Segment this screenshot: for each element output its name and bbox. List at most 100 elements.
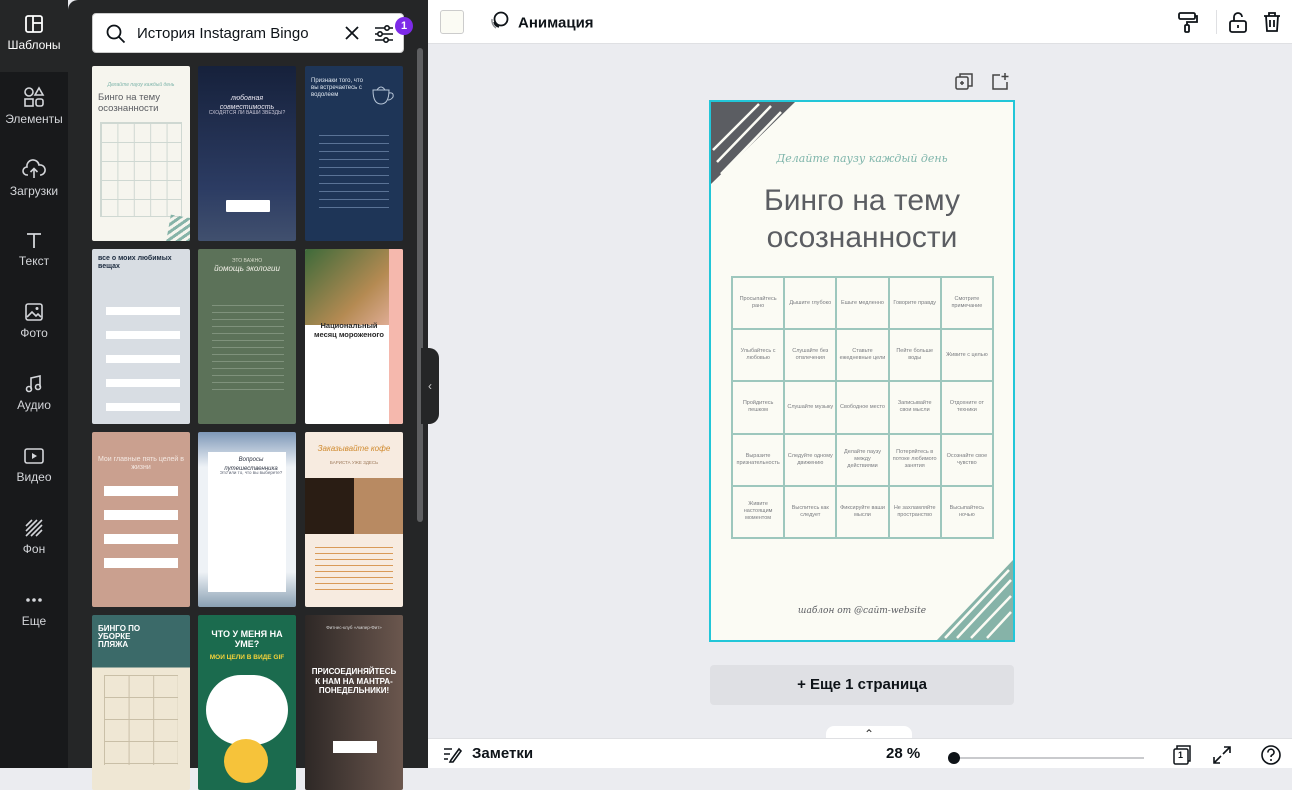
rail-item-photo[interactable]: Фото xyxy=(0,288,68,360)
bingo-cell[interactable]: Пройдитесь пешком xyxy=(732,381,785,434)
template-card-5[interactable]: ЭТО ВАЖНО йомощь экологии xyxy=(198,249,296,424)
filter-count-badge: 1 xyxy=(395,17,413,35)
template-1-grid xyxy=(100,122,182,217)
filter-sliders-icon[interactable] xyxy=(373,23,395,45)
music-note-icon xyxy=(25,375,42,393)
upload-cloud-icon xyxy=(22,159,46,178)
zoom-slider-handle[interactable] xyxy=(948,752,960,764)
template-9-photo xyxy=(305,478,403,534)
template-card-11[interactable]: ЧТО У МЕНЯ НА УМЕ? МОИ ЦЕЛИ В ВИДЕ GIF xyxy=(198,615,296,790)
rail-item-video[interactable]: Видео xyxy=(0,432,68,504)
rail-label-audio: Аудио xyxy=(17,398,51,412)
template-card-1[interactable]: Делайте паузу каждый день Бинго на тему … xyxy=(92,66,190,241)
page-title-line-2: осознанности xyxy=(766,221,958,254)
search-input[interactable]: История Instagram Bingo xyxy=(137,25,337,42)
template-10-grid xyxy=(104,675,178,765)
bingo-cell[interactable]: Слушайте музыку xyxy=(784,381,837,434)
chevron-left-icon: ‹ xyxy=(428,379,432,393)
rail-item-more[interactable]: Еще xyxy=(0,576,68,648)
template-card-7[interactable]: Мои главные пять целей в жизни xyxy=(92,432,190,607)
duplicate-page-icon[interactable] xyxy=(954,72,974,92)
bingo-cell[interactable]: Просыпайтесь рано xyxy=(732,277,785,330)
rail-label-photo: Фото xyxy=(20,326,48,340)
bingo-cell[interactable]: Свободное место xyxy=(836,381,889,434)
bingo-cell[interactable]: Осознайте свое чувство xyxy=(940,433,993,486)
design-page[interactable]: Делайте паузу каждый день Бинго на тему … xyxy=(709,100,1015,642)
rail-item-audio[interactable]: Аудио xyxy=(0,360,68,432)
close-icon[interactable] xyxy=(343,24,361,42)
background-color-swatch[interactable] xyxy=(440,10,464,34)
bingo-cell[interactable]: Говорите правду xyxy=(888,277,941,330)
rail-item-background[interactable]: Фон xyxy=(0,504,68,576)
left-rail: Шаблоны Элементы Загрузки Текст Фото Ауд… xyxy=(0,0,68,768)
bingo-cell[interactable]: Пейте больше воды xyxy=(888,329,941,382)
page-count-button[interactable]: 1 xyxy=(1172,745,1192,765)
template-9-title: Заказывайте кофе xyxy=(317,444,391,453)
bingo-cell[interactable]: Живите с целью xyxy=(940,329,993,382)
bingo-cell[interactable]: Делайте паузу между действиями xyxy=(836,433,889,486)
template-card-12[interactable]: Фитнес-клуб «Ампер-Фит» ПРИСОЕДИНЯЙТЕСЬ … xyxy=(305,615,403,790)
bingo-cell[interactable]: Не захламляйте пространство xyxy=(888,485,941,538)
bingo-cell[interactable]: Ешьте медленно xyxy=(836,277,889,330)
template-card-8[interactable]: Вопросы путешественника Это или то, что … xyxy=(198,432,296,607)
collapse-panel-button[interactable]: ‹ xyxy=(421,348,439,424)
bingo-cell[interactable]: Дышите глубоко xyxy=(784,277,837,330)
rail-item-elements[interactable]: Элементы xyxy=(0,72,68,144)
template-11-subtitle: МОИ ЦЕЛИ В ВИДЕ GIF xyxy=(209,654,285,661)
notes-pencil-icon[interactable] xyxy=(442,745,462,763)
bingo-cell[interactable]: Потеряйтесь в потоке любимого занятия xyxy=(888,433,941,486)
template-9-subtitle: БАРИСТА УЖЕ ЗДЕСЬ xyxy=(329,460,379,465)
trash-icon[interactable] xyxy=(1260,10,1284,34)
bingo-cell[interactable]: Записывайте свои мысли xyxy=(888,381,941,434)
bingo-cell[interactable]: Отдохните от техники xyxy=(940,381,993,434)
template-card-4[interactable]: все о моих любимых вещах xyxy=(92,249,190,424)
panel-scrollbar[interactable] xyxy=(417,48,423,522)
bottom-bar: Заметки 28 % 1 xyxy=(428,738,1292,768)
bingo-cell[interactable]: Выразите признательность xyxy=(732,433,785,486)
unlock-icon[interactable] xyxy=(1226,10,1250,34)
template-card-2[interactable]: любовная совместимость СХОДЯТСЯ ЛИ ВАШИ … xyxy=(198,66,296,241)
template-card-3[interactable]: Признаки того, что вы встречаетесь с вод… xyxy=(305,66,403,241)
zoom-slider-track[interactable] xyxy=(954,757,1144,759)
page-title-line-1: Бинго на тему xyxy=(764,184,960,217)
fullscreen-icon[interactable] xyxy=(1212,745,1232,765)
rail-label-background: Фон xyxy=(22,542,46,556)
template-1-subtitle: Делайте паузу каждый день xyxy=(107,82,175,88)
template-10-title: БИНГО ПО УБОРКЕ ПЛЯЖА xyxy=(98,624,141,649)
template-card-6[interactable]: Национальный месяц мороженого xyxy=(305,249,403,424)
bingo-cell[interactable]: Выспитесь как следует xyxy=(784,485,837,538)
bingo-cell[interactable]: Фиксируйте ваши мысли xyxy=(836,485,889,538)
zoom-level[interactable]: 28 % xyxy=(886,745,920,762)
template-4-title: все о моих любимых вещах xyxy=(98,255,172,270)
rail-item-templates[interactable]: Шаблоны xyxy=(0,0,68,72)
template-card-9[interactable]: Заказывайте кофе БАРИСТА УЖЕ ЗДЕСЬ xyxy=(305,432,403,607)
paint-roller-icon[interactable] xyxy=(1176,10,1200,34)
template-card-10[interactable]: БИНГО ПО УБОРКЕ ПЛЯЖА xyxy=(92,615,190,790)
help-icon[interactable] xyxy=(1260,744,1282,766)
bingo-cell[interactable]: Живите настоящим моментом xyxy=(732,485,785,538)
template-6-accent xyxy=(389,249,403,424)
template-7-title: Мои главные пять целей в жизни xyxy=(98,456,185,471)
search-icon xyxy=(106,24,126,44)
background-pattern-icon xyxy=(25,519,43,537)
text-icon xyxy=(27,233,41,248)
bingo-cell[interactable]: Улыбайтесь с любовью xyxy=(732,329,785,382)
bingo-cell[interactable]: Высыпайтесь ночью xyxy=(940,485,993,538)
template-1-title: Бинго на тему осознанности xyxy=(98,92,161,114)
animation-icon xyxy=(490,10,510,37)
rail-label-more: Еще xyxy=(21,614,47,628)
animation-button[interactable]: Анимация xyxy=(490,10,594,32)
bingo-cell[interactable]: Слушайте без отвлечения xyxy=(784,329,837,382)
add-page-icon[interactable] xyxy=(990,72,1010,92)
rail-item-text[interactable]: Текст xyxy=(0,216,68,288)
add-page-button[interactable]: + Еще 1 страница xyxy=(710,665,1014,705)
template-1-decoration xyxy=(165,214,190,241)
bingo-cell[interactable]: Смотрите примечание xyxy=(940,277,993,330)
notes-button[interactable]: Заметки xyxy=(472,745,533,762)
bingo-cell[interactable]: Следуйте одному движению xyxy=(784,433,837,486)
search-box[interactable]: История Instagram Bingo 1 xyxy=(92,13,413,53)
rail-item-uploads[interactable]: Загрузки xyxy=(0,144,68,216)
template-2-subtitle: СХОДЯТСЯ ЛИ ВАШИ ЗВЕЗДЫ? xyxy=(208,110,286,116)
bingo-cell[interactable]: Ставьте ежедневные цели xyxy=(836,329,889,382)
template-6-title: Национальный месяц мороженого xyxy=(313,321,385,339)
